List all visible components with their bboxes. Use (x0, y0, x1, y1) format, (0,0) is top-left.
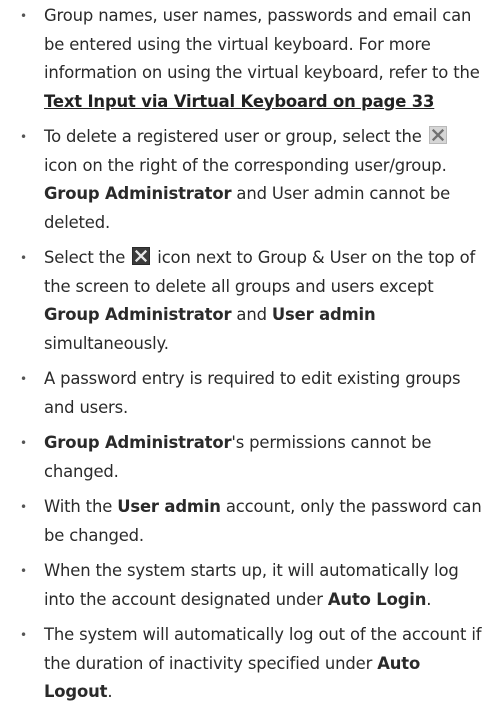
bold-term: User admin (271, 305, 376, 324)
bold-term: Group Administrator (44, 184, 232, 203)
bold-term: Group Administrator (44, 433, 232, 452)
item-text: . (107, 682, 113, 701)
list-item: Select the icon next to Group & User on … (20, 244, 484, 358)
document-page: Group names, user names, passwords and e… (0, 0, 494, 716)
item-text: simultaneously. (44, 333, 169, 353)
page-reference-link[interactable]: Text Input via Virtual Keyboard on page … (44, 92, 434, 111)
list-item: A password entry is required to edit exi… (20, 365, 484, 422)
item-text: A password entry is required to edit exi… (44, 369, 461, 417)
bold-term: Auto Login (327, 589, 427, 609)
item-text: With the (44, 497, 118, 516)
bold-term: Group Administrator (44, 305, 232, 324)
notes-list: Group names, user names, passwords and e… (20, 2, 484, 707)
list-item: The system will automatically log out of… (20, 621, 484, 707)
close-icon (428, 126, 447, 144)
list-item: When the system starts up, it will autom… (20, 557, 484, 614)
list-item: Group Administrator's permissions cannot… (20, 429, 484, 486)
item-text: Select the (44, 248, 131, 267)
item-text: To delete a registered user or group, se… (44, 127, 427, 146)
item-text: and (231, 305, 272, 324)
item-text: . (426, 589, 432, 609)
close-icon (132, 247, 151, 265)
list-item: Group names, user names, passwords and e… (20, 2, 484, 116)
list-item: To delete a registered user or group, se… (20, 123, 484, 237)
list-item: With the User admin account, only the pa… (20, 493, 484, 550)
bold-term: User admin (117, 497, 221, 516)
item-text: Group names, user names, passwords and e… (44, 6, 480, 82)
item-text: icon on the right of the corresponding u… (44, 155, 447, 175)
